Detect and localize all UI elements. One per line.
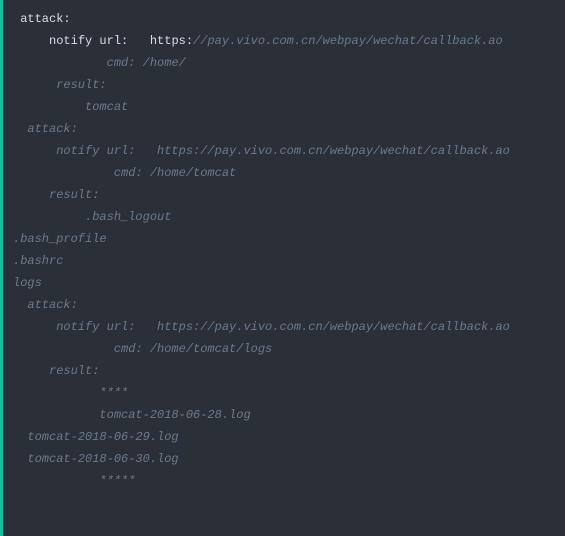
code-line: notify url: https://pay.vivo.com.cn/webp… [13,316,555,338]
code-line: attack: [13,8,555,30]
code-line: attack: [13,118,555,140]
code-line: tomcat-2018-06-29.log [13,426,555,448]
code-line: notify url: https://pay.vivo.com.cn/webp… [13,140,555,162]
code-line: .bash_profile [13,228,555,250]
code-line: tomcat-2018-06-28.log [13,404,555,426]
code-line: result: [13,74,555,96]
code-line: **** [13,382,555,404]
code-block: attack: notify url: https://pay.vivo.com… [0,0,565,536]
code-line: logs [13,272,555,294]
notify-url-keyword: notify url: [49,34,128,48]
code-line: cmd: /home/ [13,52,555,74]
code-line: result: [13,360,555,382]
code-line: .bash_logout [13,206,555,228]
code-line: ***** [13,470,555,492]
https-value: https: [150,34,193,48]
url-comment: //pay.vivo.com.cn/webpay/wechat/callback… [193,34,503,48]
attack-keyword: attack: [13,12,71,26]
code-line: cmd: /home/tomcat [13,162,555,184]
code-line: .bashrc [13,250,555,272]
code-line: attack: [13,294,555,316]
code-line: tomcat [13,96,555,118]
code-line: notify url: https://pay.vivo.com.cn/webp… [13,30,555,52]
code-line: cmd: /home/tomcat/logs [13,338,555,360]
code-line: tomcat-2018-06-30.log [13,448,555,470]
code-line: result: [13,184,555,206]
